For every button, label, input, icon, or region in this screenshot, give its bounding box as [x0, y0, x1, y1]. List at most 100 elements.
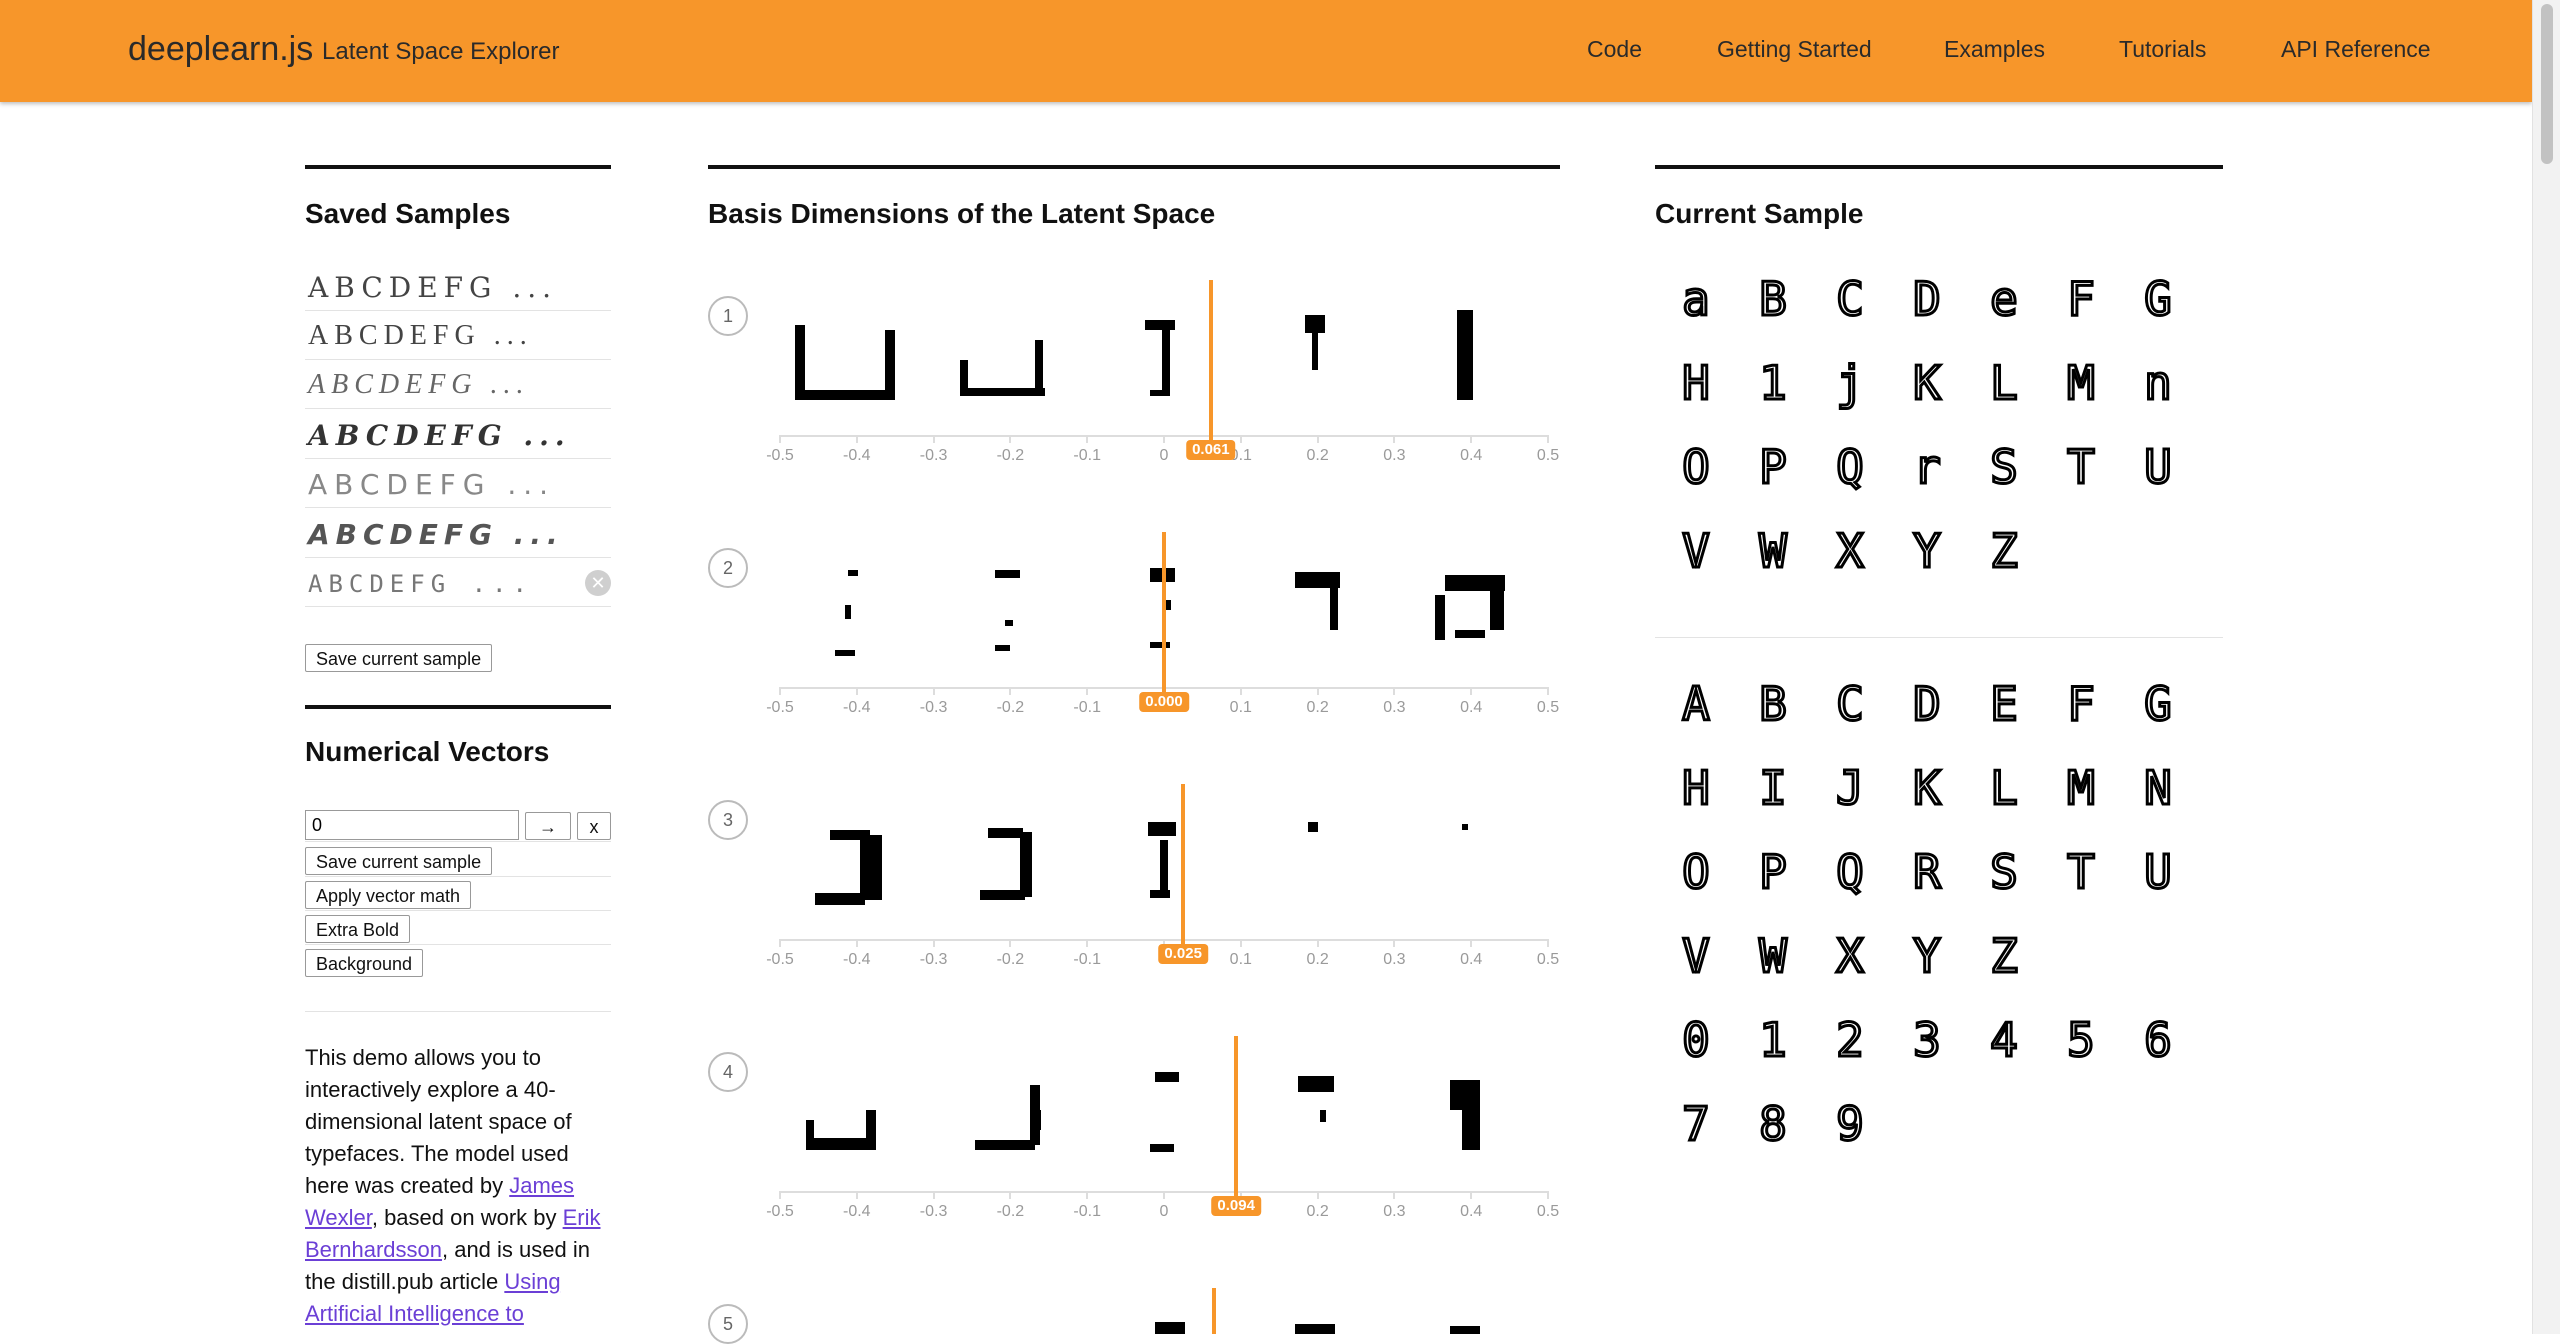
dimension-index-badge: 1: [708, 296, 748, 336]
saved-sample-item[interactable]: ABCDEFG ...: [305, 311, 611, 360]
axis-tick-label: -0.4: [843, 1203, 871, 1220]
axis-tick: [855, 687, 858, 695]
axis-tick: [1239, 687, 1242, 695]
reference-glyph: B: [1758, 676, 1789, 733]
axis-tick: [1470, 687, 1473, 695]
reference-glyph: O: [1681, 844, 1712, 901]
axis-tick-label: 0.2: [1306, 447, 1329, 464]
axis-tick-label: -0.2: [996, 699, 1025, 716]
glyph-sample-image: [1155, 1322, 1185, 1334]
axis-tick-label: 0.5: [1536, 1203, 1560, 1220]
current-sample-glyph: Q: [1835, 439, 1866, 496]
saved-sample-item[interactable]: ABCDEFG ...: [305, 459, 611, 508]
axis-tick: [855, 1191, 858, 1199]
reference-glyph: V: [1681, 928, 1712, 985]
current-sample-glyph: 1: [1758, 355, 1789, 412]
reference-glyph: 1: [1758, 1012, 1789, 1069]
axis-tick: [1470, 435, 1473, 443]
axis-tick: [1316, 939, 1319, 947]
extra-bold-vector-button[interactable]: Extra Bold: [305, 915, 411, 943]
dimension-slider-handle[interactable]: [1162, 532, 1166, 692]
current-sample-heading: Current Sample: [1655, 198, 1864, 229]
current-sample-glyph: U: [2143, 439, 2174, 496]
reference-glyph: L: [1989, 760, 2020, 817]
reference-glyph: I: [1758, 760, 1789, 817]
axis-tick: [1393, 939, 1396, 947]
current-sample-glyph: Z: [1989, 523, 2020, 580]
nav-link-getting-started[interactable]: Getting Started: [1717, 36, 1872, 63]
glyph-sample-image: [1462, 824, 1468, 830]
close-circle-icon[interactable]: ✕: [585, 570, 611, 596]
saved-sample-item[interactable]: ABCDEFG ...: [305, 360, 611, 409]
glyph-sample-image: [1435, 595, 1445, 640]
nav-link-api-reference[interactable]: API Reference: [2281, 36, 2431, 63]
reference-glyph: E: [1989, 676, 2020, 733]
nav-link-code[interactable]: Code: [1587, 36, 1642, 63]
reference-glyph: 6: [2143, 1012, 2174, 1069]
background-vector-button[interactable]: Background: [305, 949, 424, 977]
vector-save-current-sample-button[interactable]: Save current sample: [305, 847, 493, 875]
nav-link-examples[interactable]: Examples: [1944, 36, 2045, 63]
reference-glyph: 2: [1835, 1012, 1866, 1069]
vector-expression-input[interactable]: [305, 810, 519, 840]
current-sample-glyph: Y: [1912, 523, 1943, 580]
nav-link-tutorials[interactable]: Tutorials: [2119, 36, 2206, 63]
reference-glyph: D: [1912, 676, 1943, 733]
axis-tick: [1086, 687, 1089, 695]
glyph-sample-image: [1035, 340, 1043, 395]
axis-tick-label: 0.3: [1383, 699, 1406, 716]
brand-logo[interactable]: deeplearn.js: [128, 30, 313, 69]
axis-tick: [1009, 687, 1012, 695]
axis-tick: [1009, 939, 1012, 947]
saved-sample-item[interactable]: ABCDEFG ...: [305, 410, 611, 459]
saved-sample-item[interactable]: ABCDEFG ...: [305, 509, 611, 558]
dimension-slider-handle[interactable]: [1181, 784, 1186, 944]
glyph-sample-image: [885, 330, 895, 400]
axis-tick: [1239, 939, 1242, 947]
current-sample-glyph: P: [1758, 439, 1789, 496]
reference-glyph: A: [1681, 676, 1712, 733]
axis-tick-label: -0.1: [1073, 699, 1101, 716]
page-scrollbar[interactable]: [2532, 0, 2560, 1334]
glyph-sample-image: [995, 645, 1010, 651]
axis-tick: [1547, 435, 1549, 443]
axis-tick: [779, 1191, 781, 1199]
reference-glyph: 3: [1912, 1012, 1943, 1069]
dimension-slider-handle[interactable]: [1208, 280, 1213, 440]
divider: [305, 1011, 611, 1012]
glyph-sample-image: [1330, 585, 1338, 630]
axis-tick: [932, 1191, 935, 1199]
dimension-slider-handle[interactable]: [1234, 1036, 1239, 1196]
saved-sample-label: ABCDEFG ...: [308, 271, 558, 304]
glyph-sample-image: [1455, 630, 1485, 638]
dimension-value-badge: 0.000: [1139, 692, 1189, 712]
reference-glyph: N: [2143, 760, 2174, 817]
scrollbar-thumb[interactable]: [2541, 4, 2553, 164]
glyph-sample-image: [980, 890, 1025, 900]
clear-vector-button[interactable]: x: [577, 812, 611, 840]
axis-tick-label: -0.3: [919, 699, 948, 716]
dimension-slider-handle[interactable]: [1211, 1288, 1216, 1334]
axis-tick-label: 0.1: [1229, 951, 1252, 968]
saved-sample-item[interactable]: ABCDEFG ...: [305, 262, 611, 311]
glyph-sample-image: [1150, 890, 1170, 898]
dimension-value-badge: 0.061: [1186, 440, 1236, 460]
axis-tick-label: 0.5: [1536, 447, 1560, 464]
glyph-sample-image: [1145, 320, 1175, 330]
axis-tick: [1547, 1191, 1549, 1199]
glyph-sample-image: [866, 1110, 876, 1145]
glyph-sample-image: [815, 893, 865, 905]
apply-arrow-button[interactable]: →: [525, 812, 571, 840]
current-sample-glyph: n: [2143, 355, 2174, 412]
glyph-sample-image: [1148, 822, 1176, 836]
axis-tick-label: 0.3: [1383, 1203, 1406, 1220]
divider: [305, 944, 611, 945]
current-sample-glyph: K: [1912, 355, 1943, 412]
save-current-sample-button[interactable]: Save current sample: [305, 644, 493, 672]
saved-sample-item-current[interactable]: ABCDEFG ... ✕: [305, 558, 611, 607]
glyph-sample-image: [1312, 330, 1318, 370]
dimension-value-badge: 0.025: [1158, 944, 1208, 964]
current-sample-glyph: T: [2066, 439, 2097, 496]
apply-vector-math-button[interactable]: Apply vector math: [305, 881, 472, 909]
axis-tick-label: -0.1: [1073, 447, 1101, 464]
